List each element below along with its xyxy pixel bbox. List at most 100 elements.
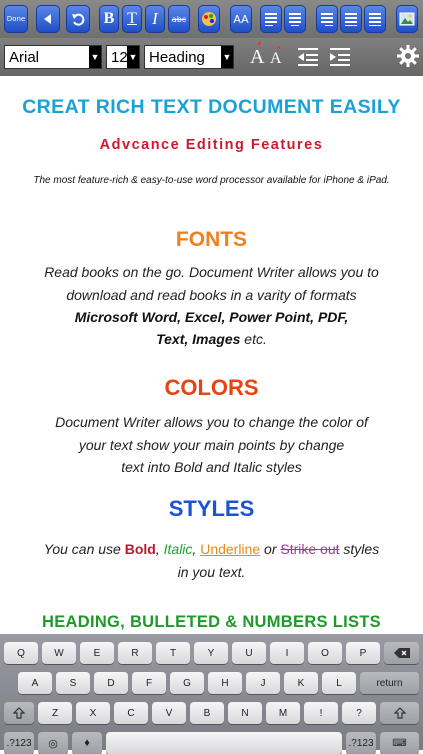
key-exclamation[interactable]: ! <box>304 702 338 724</box>
align-left-icon <box>265 13 277 26</box>
indent-button[interactable] <box>328 46 352 68</box>
key-m[interactable]: M <box>266 702 300 724</box>
shift-key[interactable] <box>4 702 34 724</box>
underline-icon: T <box>127 10 137 27</box>
colors-text-line: text into Bold and Italic styles <box>121 459 302 475</box>
hide-keyboard-key[interactable]: ⌨ <box>380 732 419 754</box>
key-h[interactable]: H <box>208 672 242 694</box>
colors-text-line: Document Writer allows you to change the… <box>55 414 368 430</box>
align-right-button[interactable] <box>316 5 338 33</box>
key-z[interactable]: Z <box>38 702 72 724</box>
key-i[interactable]: I <box>270 642 304 664</box>
color-palette-icon <box>202 12 216 26</box>
backspace-key[interactable] <box>384 642 419 664</box>
key-k[interactable]: K <box>284 672 318 694</box>
underline-button[interactable]: T <box>122 5 142 33</box>
key-p[interactable]: P <box>346 642 380 664</box>
key-o[interactable]: O <box>308 642 342 664</box>
microphone-key[interactable]: ♦ <box>72 732 102 754</box>
key-n[interactable]: N <box>228 702 262 724</box>
chevron-down-icon: ▼ <box>89 46 101 68</box>
strikethrough-icon: abc <box>171 14 187 24</box>
styles-strike-word: Strike out <box>280 541 340 557</box>
outdent-button[interactable] <box>296 46 320 68</box>
list-icon <box>369 13 381 26</box>
image-icon <box>399 12 415 26</box>
key-w[interactable]: W <box>42 642 76 664</box>
settings-button[interactable] <box>396 44 420 70</box>
chevron-down-icon: ▼ <box>127 46 139 68</box>
key-e[interactable]: E <box>80 642 114 664</box>
back-button[interactable] <box>36 5 60 33</box>
key-g[interactable]: G <box>170 672 204 694</box>
done-button[interactable]: Done <box>4 5 28 33</box>
return-key[interactable]: return <box>360 672 419 694</box>
styles-prefix: You can use <box>43 541 125 557</box>
fonts-text-line: Microsoft Word, Excel, Power Point, PDF, <box>74 309 349 325</box>
fonts-formats-bold: Text, Images <box>156 331 241 347</box>
strikethrough-button[interactable]: abc <box>168 5 190 33</box>
keyboard-icon: ⌨ <box>392 737 407 749</box>
styles-or: or <box>260 541 281 557</box>
insert-image-button[interactable] <box>396 5 418 33</box>
bold-button[interactable]: B <box>99 5 119 33</box>
key-f[interactable]: F <box>132 672 166 694</box>
key-y[interactable]: Y <box>194 642 228 664</box>
justify-button[interactable] <box>340 5 362 33</box>
styles-bold-word: Bold <box>124 541 156 557</box>
key-r[interactable]: R <box>118 642 152 664</box>
paragraph-button[interactable] <box>364 5 386 33</box>
document-tagline: The most feature-rich & easy-to-use word… <box>33 175 390 186</box>
align-center-button[interactable] <box>284 5 306 33</box>
key-question[interactable]: ? <box>342 702 376 724</box>
shift-icon <box>393 707 406 719</box>
lists-heading: HEADING, BULLETED & NUMBERS LISTS <box>42 613 381 631</box>
font-size-select[interactable]: 12 ▼ <box>106 45 140 69</box>
fonts-formats-rest: etc. <box>240 331 267 347</box>
font-resize-button[interactable]: A A <box>250 42 286 70</box>
format-toolbar: Arial ▼ 12 ▼ Heading ▼ A A <box>0 38 423 76</box>
red-dot-icon <box>277 46 280 49</box>
increase-font-icon: A <box>250 46 265 68</box>
numbers-key-right[interactable]: .?123 <box>346 732 376 754</box>
numbers-key[interactable]: .?123 <box>4 732 34 754</box>
back-arrow-icon <box>44 14 51 24</box>
key-t[interactable]: T <box>156 642 190 664</box>
align-center-icon <box>289 13 301 26</box>
decrease-font-icon: A <box>270 50 282 67</box>
key-x[interactable]: X <box>76 702 110 724</box>
backspace-icon <box>393 648 410 658</box>
font-family-select[interactable]: Arial ▼ <box>4 45 102 69</box>
globe-icon: ◎ <box>48 737 58 750</box>
font-size-value: 12 <box>111 48 128 66</box>
key-a[interactable]: A <box>18 672 52 694</box>
key-v[interactable]: V <box>152 702 186 724</box>
key-b[interactable]: B <box>190 702 224 724</box>
italic-button[interactable]: I <box>145 5 165 33</box>
red-dot-icon <box>258 42 261 45</box>
document-editor[interactable]: CREAT RICH TEXT DOCUMENT EASILY Advcance… <box>0 76 423 634</box>
top-toolbar: Done B T I abc AA <box>0 0 423 38</box>
key-q[interactable]: Q <box>4 642 38 664</box>
key-s[interactable]: S <box>56 672 90 694</box>
align-left-button[interactable] <box>260 5 282 33</box>
shift-key-right[interactable] <box>380 702 419 724</box>
fonts-heading: FONTS <box>175 228 248 251</box>
key-j[interactable]: J <box>246 672 280 694</box>
colors-text-line: your text show your main points by chang… <box>78 437 345 453</box>
undo-button[interactable] <box>66 5 90 33</box>
on-screen-keyboard: Q W E R T Y U I O P A S D F G H J K L re… <box>0 634 423 754</box>
text-color-button[interactable] <box>198 5 220 33</box>
done-label: Done <box>6 15 26 23</box>
key-c[interactable]: C <box>114 702 148 724</box>
key-d[interactable]: D <box>94 672 128 694</box>
space-bar[interactable] <box>106 732 342 754</box>
key-l[interactable]: L <box>322 672 356 694</box>
chevron-down-icon: ▼ <box>221 46 233 68</box>
paragraph-style-select[interactable]: Heading ▼ <box>144 45 234 69</box>
font-family-value: Arial <box>9 48 40 66</box>
font-size-button[interactable]: AA <box>230 5 252 33</box>
shift-icon <box>13 707 25 719</box>
key-u[interactable]: U <box>232 642 266 664</box>
globe-key[interactable]: ◎ <box>38 732 68 754</box>
